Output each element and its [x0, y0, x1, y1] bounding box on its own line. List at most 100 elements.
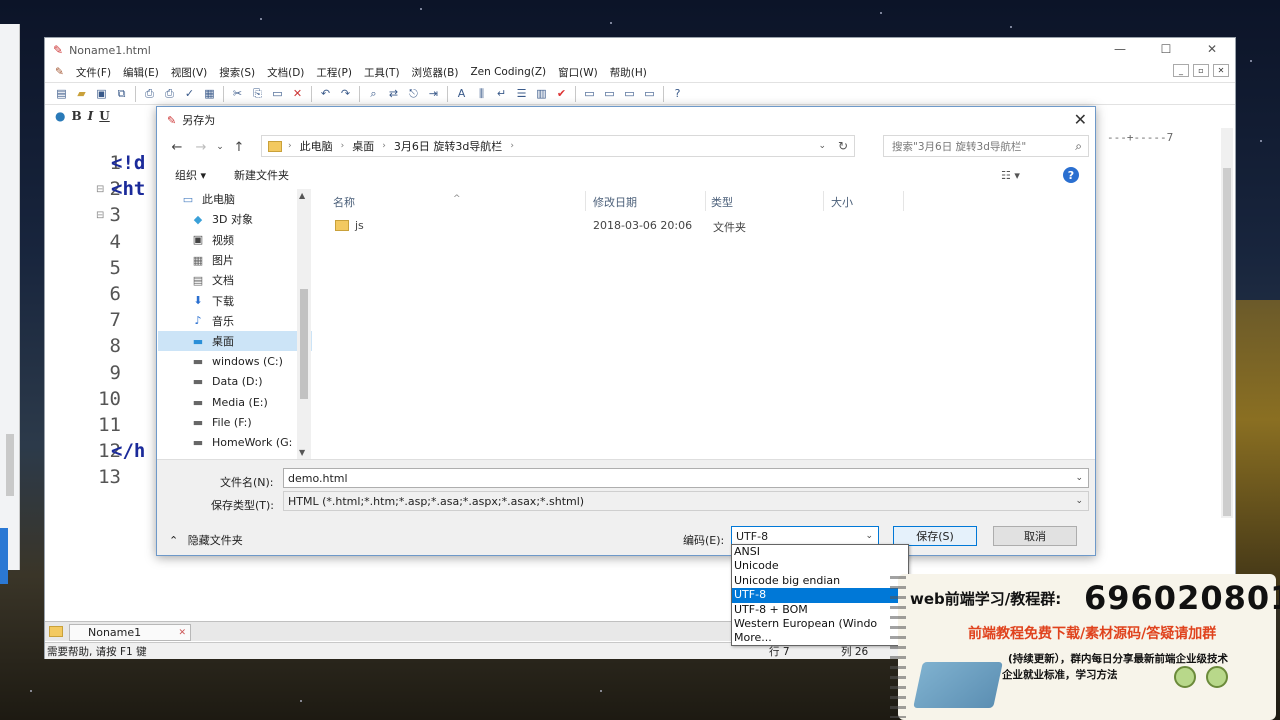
window-tile-icon[interactable]: ▭ [581, 85, 598, 102]
save-button[interactable]: 保存(S) [893, 526, 977, 546]
nav-item-drive-e[interactable]: ▬ Media (E:) [158, 392, 312, 412]
spellcheck-icon[interactable]: ✓ [181, 85, 198, 102]
window-list-icon[interactable]: ▭ [641, 85, 658, 102]
navigation-scrollbar[interactable]: ▲ ▼ [297, 189, 311, 459]
save-icon[interactable]: ▣ [93, 85, 110, 102]
mdi-close-button[interactable]: ✕ [1213, 64, 1229, 77]
address-bar[interactable]: › 此电脑 › 桌面 › 3月6日 旋转3d导航栏 › ⌄ ↻ [261, 135, 855, 157]
context-help-icon[interactable]: ? [669, 85, 686, 102]
help-icon[interactable]: ? [1063, 167, 1079, 183]
forward-arrow-icon[interactable]: → [189, 140, 213, 155]
nav-item-desktop[interactable]: ▬ 桌面 [158, 331, 312, 352]
redo-icon[interactable]: ↷ [337, 85, 354, 102]
encoding-option[interactable]: Unicode [732, 559, 908, 573]
menu-help[interactable]: 帮助(H) [604, 65, 653, 80]
document-tab[interactable]: Noname1 ✕ [69, 624, 191, 641]
new-folder-button[interactable]: 新建文件夹 [234, 167, 289, 183]
dialog-close-button[interactable]: ✕ [1074, 110, 1087, 129]
menu-document[interactable]: 文档(D) [261, 65, 310, 80]
copy-icon[interactable]: ⎘ [249, 85, 266, 102]
delete-icon[interactable]: ✕ [289, 85, 306, 102]
nav-item-pictures[interactable]: ▦ 图片 [158, 250, 312, 270]
breadcrumb-folder[interactable]: 3月6日 旋转3d导航栏 [394, 138, 502, 154]
word-wrap-icon[interactable]: ↵ [493, 85, 510, 102]
print-icon[interactable]: ⎙ [161, 85, 178, 102]
mdi-minimize-button[interactable]: _ [1173, 64, 1189, 77]
encoding-option[interactable]: UTF-8 + BOM [732, 603, 908, 617]
menu-view[interactable]: 视图(V) [165, 65, 213, 80]
breadcrumb-this-pc[interactable]: 此电脑 [300, 138, 333, 154]
tab-close-icon[interactable]: ✕ [178, 628, 186, 638]
maximize-button[interactable]: ☐ [1143, 38, 1189, 60]
menu-project[interactable]: 工程(P) [310, 65, 358, 80]
organize-button[interactable]: 组织 ▾ [175, 167, 206, 183]
menu-browser[interactable]: 浏览器(B) [406, 65, 465, 80]
globe-icon[interactable]: ● [55, 109, 65, 123]
filetype-select[interactable]: HTML (*.html;*.htm;*.asp;*.asa;*.aspx;*.… [283, 491, 1089, 511]
up-arrow-icon[interactable]: ↑ [227, 140, 251, 155]
mdi-restore-button[interactable]: ▫ [1193, 64, 1209, 77]
check-icon[interactable]: ✔ [553, 85, 570, 102]
properties-icon[interactable]: ▦ [201, 85, 218, 102]
nav-item-drive-g[interactable]: ▬ HomeWork (G: [158, 433, 312, 453]
hide-folders-button[interactable]: ⌃ 隐藏文件夹 [169, 532, 243, 548]
new-file-icon[interactable]: ▤ [53, 85, 70, 102]
breadcrumb-desktop[interactable]: 桌面 [352, 138, 374, 154]
replace-icon[interactable]: ⇄ [385, 85, 402, 102]
save-all-icon[interactable]: ⧉ [113, 85, 130, 102]
window-cascade-icon[interactable]: ▭ [601, 85, 618, 102]
nav-item-drive-f[interactable]: ▬ File (F:) [158, 412, 312, 432]
list-icon[interactable]: ☰ [513, 85, 530, 102]
chevron-down-icon[interactable]: ⌄ [1075, 496, 1083, 506]
fold-marker-icon[interactable]: ⊟ [96, 184, 104, 195]
filename-input[interactable]: demo.html ⌄ [283, 468, 1089, 488]
back-arrow-icon[interactable]: ← [165, 140, 189, 155]
menu-file[interactable]: 文件(F) [70, 65, 117, 80]
nav-item-videos[interactable]: ▣ 视频 [158, 230, 312, 250]
goto-line-icon[interactable]: ⇥ [425, 85, 442, 102]
address-dropdown-icon[interactable]: ⌄ [818, 141, 826, 151]
window-arrange-icon[interactable]: ▭ [621, 85, 638, 102]
print-preview-icon[interactable]: ⎙ [141, 85, 158, 102]
encoding-option-selected[interactable]: UTF-8 [732, 588, 908, 603]
nav-item-drive-c[interactable]: ▬ windows (C:) [158, 351, 312, 371]
file-row[interactable]: js 2018-03-06 20:06 文件夹 [327, 216, 907, 236]
bold-button[interactable]: B [71, 109, 81, 123]
chevron-down-icon[interactable]: ⌄ [1075, 473, 1083, 483]
find-icon[interactable]: ⌕ [365, 85, 382, 102]
menu-edit[interactable]: 编辑(E) [117, 65, 165, 80]
chevron-down-icon[interactable]: ⌄ [865, 531, 873, 541]
menu-search[interactable]: 搜索(S) [213, 65, 261, 80]
encoding-option[interactable]: More... [732, 631, 908, 645]
fold-marker-icon[interactable]: ⊟ [96, 210, 104, 221]
menu-zen-coding[interactable]: Zen Coding(Z) [464, 66, 552, 78]
cut-icon[interactable]: ✂ [229, 85, 246, 102]
recent-locations-icon[interactable]: ⌄ [213, 142, 227, 152]
view-options-icon[interactable]: ☷ ▾ [1001, 169, 1020, 182]
underline-button[interactable]: U [99, 109, 109, 123]
encoding-select[interactable]: UTF-8 ⌄ [731, 526, 879, 546]
column-name[interactable]: 名称 [333, 194, 355, 210]
nav-item-downloads[interactable]: ⬇ 下载 [158, 290, 312, 310]
format-icon[interactable]: ▥ [533, 85, 550, 102]
find-in-files-icon[interactable]: ⎋ [405, 85, 422, 102]
close-button[interactable]: ✕ [1189, 38, 1235, 60]
nav-item-3d-objects[interactable]: ◆ 3D 对象 [158, 209, 312, 229]
minimize-button[interactable]: — [1097, 38, 1143, 60]
column-type[interactable]: 类型 [711, 194, 733, 210]
column-size[interactable]: 大小 [831, 194, 853, 210]
nav-item-this-pc[interactable]: ▭ 此电脑 [158, 189, 312, 209]
font-icon[interactable]: A [453, 85, 470, 102]
menu-window[interactable]: 窗口(W) [552, 65, 604, 80]
cancel-button[interactable]: 取消 [993, 526, 1077, 546]
encoding-option[interactable]: Unicode big endian [732, 574, 908, 588]
nav-item-drive-d[interactable]: ▬ Data (D:) [158, 372, 312, 392]
refresh-icon[interactable]: ↻ [838, 139, 848, 153]
search-input[interactable]: 搜索"3月6日 旋转3d导航栏" ⌕ [883, 135, 1089, 157]
italic-button[interactable]: I [88, 109, 94, 123]
paste-icon[interactable]: ▭ [269, 85, 286, 102]
encoding-option[interactable]: Western European (Windo [732, 617, 908, 631]
code-area[interactable]: <!d <ht </h [111, 150, 145, 490]
editor-scrollbar[interactable] [1221, 128, 1233, 518]
nav-item-music[interactable]: ♪ 音乐 [158, 311, 312, 331]
